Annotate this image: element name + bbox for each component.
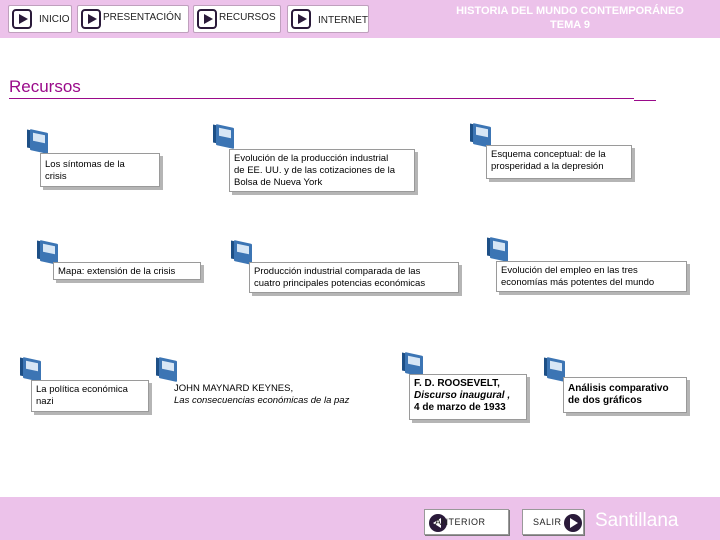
title-divider-end [634,100,656,101]
resource-text: crisis [45,171,67,182]
header-title: HISTORIA DEL MUNDO CONTEMPORÁNEO TEMA 9 [420,4,720,32]
nav-button-inicio[interactable]: INICIO [8,5,72,33]
resource-text: Evolución de la producción industrial [234,153,389,164]
nav-button-recursos[interactable]: RECURSOS [193,5,281,33]
play-arrow-icon [81,9,101,29]
resource-text: economías más potentes del mundo [501,277,655,288]
document-icon[interactable] [27,129,53,155]
anterior-label: ANTERIOR [435,517,486,527]
resource-text: 4 de marzo de 1933 [414,402,506,413]
resource-mapa-crisis[interactable]: Mapa: extensión de la crisis [53,262,201,280]
resource-esquema-conceptual[interactable]: Esquema conceptual: de la prosperidad a … [486,145,632,179]
resource-politica-nazi[interactable]: La política económica nazi [31,380,149,412]
resource-text: La política económica [36,384,128,395]
header-title-line1: HISTORIA DEL MUNDO CONTEMPORÁNEO [456,5,684,17]
resource-text: Esquema conceptual: de la [491,149,606,160]
resource-evolucion-empleo[interactable]: Evolución del empleo en las tres economí… [496,261,687,292]
resource-text: JOHN MAYNARD KEYNES, [174,383,294,394]
resource-text: Los síntomas de la [45,159,125,170]
nav-button-internet[interactable]: INTERNET [287,5,369,33]
play-arrow-icon [12,9,32,29]
header-title-line2: TEMA 9 [550,19,590,31]
arrow-right-icon [564,514,582,532]
document-icon[interactable] [487,237,513,263]
nav-label: RECURSOS [219,12,276,23]
salir-label: SALIR [533,517,562,527]
title-divider [9,98,634,99]
nav-label: INICIO [39,14,70,25]
play-arrow-icon [291,9,311,29]
resource-text: Producción industrial comparada de las [254,266,421,277]
resource-text: prosperidad a la depresión [491,161,604,172]
resource-roosevelt[interactable]: F. D. ROOSEVELT, Discurso inaugural , 4 … [409,374,527,420]
resource-text: Evolución del empleo en las tres [501,265,638,276]
resource-produccion-bolsa[interactable]: Evolución de la producción industrial de… [229,149,415,192]
anterior-button[interactable]: ANTERIOR [424,509,509,535]
resource-text: nazi [36,396,54,407]
resource-text: Bolsa de Nueva York [234,177,323,188]
nav-button-presentacion[interactable]: PRESENTACIÓN [77,5,189,33]
resource-text: F. D. ROOSEVELT, [414,378,500,389]
resource-sintomas-crisis[interactable]: Los síntomas de la crisis [40,153,160,187]
document-icon[interactable] [213,124,239,150]
resource-text: Las consecuencias económicas de la paz [174,395,350,406]
resource-text: Discurso inaugural , [414,390,511,401]
play-arrow-icon [197,9,217,29]
resource-produccion-comparada[interactable]: Producción industrial comparada de las c… [249,262,459,293]
resource-text: Mapa: extensión de la crisis [58,266,176,277]
resource-text: de EE. UU. y de las cotizaciones de la [234,165,396,176]
resource-analisis-comparativo[interactable]: Análisis comparativo de dos gráficos [563,377,687,413]
resource-text: cuatro principales potencias económicas [254,278,426,289]
nav-label: INTERNET [318,15,368,26]
resource-keynes[interactable]: JOHN MAYNARD KEYNES, Las consecuencias e… [170,380,380,410]
resource-text: Análisis comparativo [568,383,669,394]
page-title: Recursos [9,77,81,96]
nav-label: PRESENTACIÓN [103,12,182,23]
resource-text: de dos gráficos [568,395,642,406]
salir-button[interactable]: SALIR [522,509,584,535]
brand-logo: Santillana [595,510,679,531]
